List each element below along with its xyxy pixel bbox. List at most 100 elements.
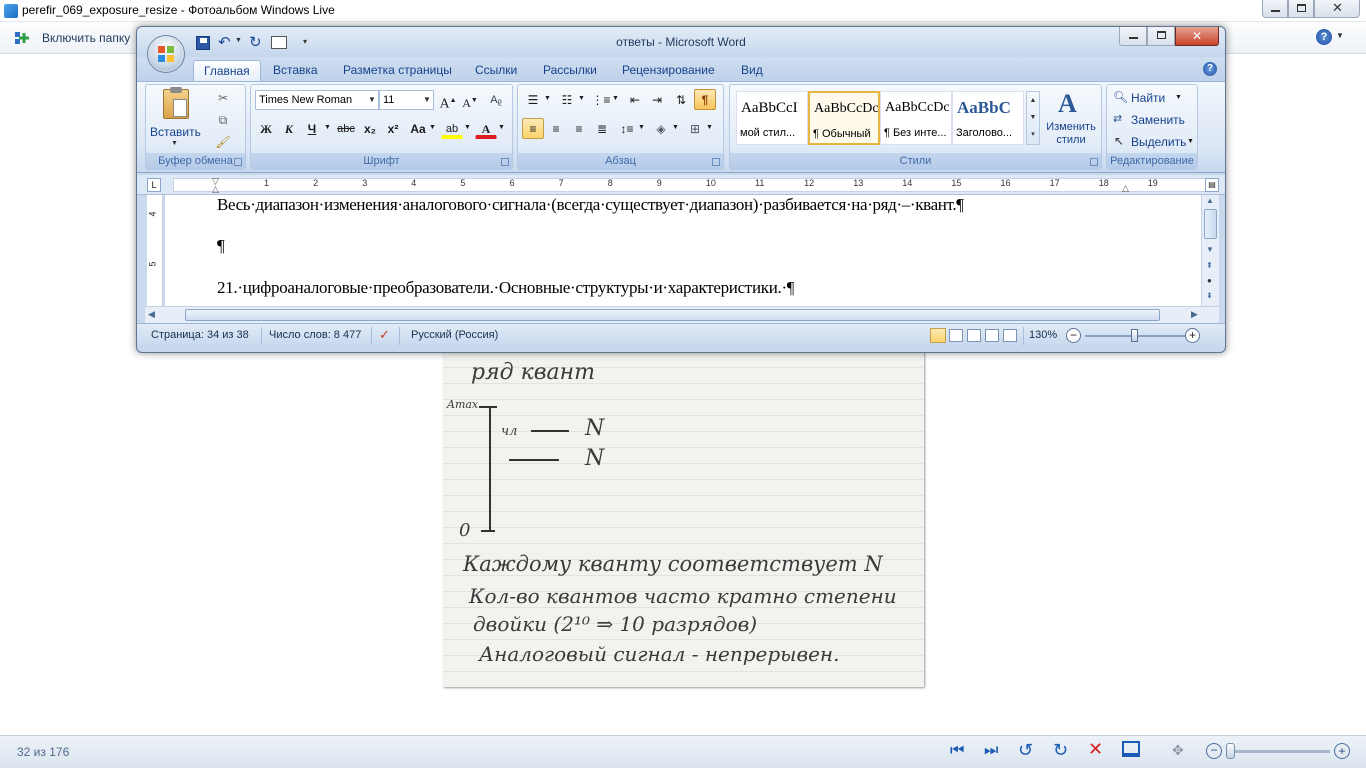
clipboard-dialog-launcher[interactable] xyxy=(234,158,242,166)
right-indent-marker[interactable]: △ xyxy=(1122,183,1129,194)
clear-formatting-icon[interactable]: Aᵨ xyxy=(485,89,507,110)
view-ruler-icon[interactable]: ▤ xyxy=(1205,178,1219,192)
bullets-icon[interactable]: ☰ xyxy=(522,89,544,110)
subscript-button[interactable]: x₂ xyxy=(359,118,381,139)
bold-button[interactable]: Ж xyxy=(255,118,277,139)
rotate-right-icon[interactable]: ↻ xyxy=(1053,740,1068,761)
scroll-left-icon[interactable]: ◀ xyxy=(148,309,155,320)
document-area[interactable]: Весь·диапазон·изменения·аналогового·сигн… xyxy=(165,195,1201,306)
scroll-down-icon[interactable]: ▼ xyxy=(1206,245,1214,254)
horizontal-ruler[interactable]: L ▽ △ △ ▤ 1 2 3 4 5 6 7 8 9 10 11 12 13 14 15 16 17 18 19 xyxy=(137,175,1225,195)
multilevel-list-icon[interactable]: ⋮≡ xyxy=(590,89,612,110)
full-screen-reading-view-button[interactable] xyxy=(949,329,963,342)
rotate-left-icon[interactable]: ↺ xyxy=(1018,740,1033,761)
change-case-dropdown-icon[interactable]: ▼ xyxy=(429,124,436,131)
font-dialog-launcher[interactable] xyxy=(501,158,509,166)
tab-mailings[interactable]: Рассылки xyxy=(533,60,607,81)
tab-view[interactable]: Вид xyxy=(731,60,773,81)
sort-icon[interactable]: ⇅ xyxy=(670,89,692,110)
borders-dropdown-icon[interactable]: ▼ xyxy=(706,124,713,131)
font-color-dropdown-icon[interactable]: ▼ xyxy=(498,124,505,131)
bullets-dropdown-icon[interactable]: ▼ xyxy=(544,95,551,102)
numbering-dropdown-icon[interactable]: ▼ xyxy=(578,95,585,102)
fit-icon[interactable]: ✥ xyxy=(1172,742,1184,759)
next-photo-icon[interactable]: ⏭ xyxy=(984,742,998,760)
slideshow-icon[interactable] xyxy=(1122,741,1140,757)
replace-button[interactable]: ⇄ Заменить xyxy=(1111,111,1195,131)
font-size-select[interactable]: 11 ▼ xyxy=(379,90,434,110)
underline-dropdown-icon[interactable]: ▼ xyxy=(324,124,331,131)
gallery-maximize-button[interactable] xyxy=(1288,0,1314,18)
tab-selector-icon[interactable]: L xyxy=(147,178,161,192)
multilevel-dropdown-icon[interactable]: ▼ xyxy=(612,95,619,102)
tab-home[interactable]: Главная xyxy=(193,60,261,81)
select-browse-object-icon[interactable]: ● xyxy=(1207,276,1212,285)
scroll-right-icon[interactable]: ▶ xyxy=(1191,309,1198,320)
paste-button[interactable]: Вставить ▼ xyxy=(150,87,201,149)
select-button[interactable]: ↖ Выделить ▼ xyxy=(1111,133,1195,153)
ribbon-help-icon[interactable]: ? xyxy=(1203,62,1217,76)
tab-review[interactable]: Рецензирование xyxy=(612,60,725,81)
zoom-out-icon[interactable]: − xyxy=(1206,743,1222,759)
copy-icon[interactable]: ⧉ xyxy=(212,109,234,130)
strikethrough-button[interactable]: abc xyxy=(335,118,357,139)
justify-button[interactable]: ≣ xyxy=(591,118,613,139)
font-color-icon[interactable]: A xyxy=(475,118,497,139)
superscript-button[interactable]: x² xyxy=(382,118,404,139)
styles-dialog-launcher[interactable] xyxy=(1090,158,1098,166)
delete-icon[interactable]: ✕ xyxy=(1088,739,1103,760)
align-left-button[interactable]: ≡ xyxy=(522,118,544,139)
show-formatting-marks-button[interactable]: ¶ xyxy=(694,89,716,110)
hscroll-thumb[interactable] xyxy=(185,309,1160,321)
style-no-spacing[interactable]: AaBbCcDc ¶ Без инте... xyxy=(880,91,952,145)
italic-button[interactable]: К xyxy=(278,118,300,139)
numbering-icon[interactable]: ☷ xyxy=(556,89,578,110)
next-page-icon[interactable]: ⇟ xyxy=(1206,291,1213,300)
word-zoom-out-icon[interactable]: − xyxy=(1066,328,1081,343)
office-button[interactable] xyxy=(147,35,185,73)
font-name-select[interactable]: Times New Roman ▼ xyxy=(255,90,379,110)
cut-icon[interactable]: ✂ xyxy=(212,87,234,108)
format-painter-icon[interactable]: 🖌 xyxy=(212,131,234,152)
word-zoom-slider-thumb[interactable] xyxy=(1131,329,1138,342)
increase-indent-icon[interactable]: ⇥ xyxy=(646,89,668,110)
shrink-font-icon[interactable]: A▼ xyxy=(459,89,481,110)
change-case-button[interactable]: Aa xyxy=(407,118,429,139)
page-indicator[interactable]: Страница: 34 из 38 xyxy=(151,329,249,341)
document-paragraph-1[interactable]: Весь·диапазон·изменения·аналогового·сигн… xyxy=(217,195,964,215)
styles-scroll[interactable]: ▲ ▼ ▾ xyxy=(1026,91,1040,145)
help-dropdown-icon[interactable]: ▼ xyxy=(1336,31,1344,40)
shading-dropdown-icon[interactable]: ▼ xyxy=(672,124,679,131)
word-zoom-in-icon[interactable]: + xyxy=(1185,328,1200,343)
previous-page-icon[interactable]: ⇞ xyxy=(1206,261,1213,270)
scroll-thumb[interactable] xyxy=(1204,209,1217,239)
style-normal[interactable]: AaBbCcDc ¶ Обычный xyxy=(808,91,880,145)
vertical-scrollbar[interactable]: ▲ ▼ ⇞ ● ⇟ xyxy=(1201,195,1219,306)
tab-references[interactable]: Ссылки xyxy=(465,60,527,81)
include-folder-button[interactable]: Включить папку xyxy=(10,28,140,48)
zoom-slider-thumb[interactable] xyxy=(1226,743,1235,759)
paragraph-dialog-launcher[interactable] xyxy=(712,158,720,166)
decrease-indent-icon[interactable]: ⇤ xyxy=(624,89,646,110)
scroll-up-icon[interactable]: ▲ xyxy=(1206,196,1214,205)
highlight-icon[interactable]: ab xyxy=(441,118,463,139)
document-paragraph-3[interactable]: 21.·цифроаналоговые·преобразователи.·Осн… xyxy=(217,278,795,298)
help-icon[interactable]: ? xyxy=(1316,29,1332,45)
shading-icon[interactable]: ◈ xyxy=(650,118,672,139)
word-maximize-button[interactable] xyxy=(1147,27,1175,46)
borders-icon[interactable]: ⊞ xyxy=(684,118,706,139)
underline-button[interactable]: Ч xyxy=(301,118,323,139)
print-layout-view-button[interactable] xyxy=(930,328,946,343)
style-my-style[interactable]: AaBbCcI мой стил... xyxy=(736,91,808,145)
tab-insert[interactable]: Вставка xyxy=(263,60,328,81)
style-heading-1[interactable]: AaBbC Заголово... xyxy=(952,91,1024,145)
grow-font-icon[interactable]: A▲ xyxy=(437,89,459,112)
zoom-in-icon[interactable]: + xyxy=(1334,743,1350,759)
vertical-ruler[interactable]: 4 5 xyxy=(147,195,163,306)
language-indicator[interactable]: Русский (Россия) xyxy=(411,329,498,341)
align-center-button[interactable]: ≡ xyxy=(545,118,567,139)
web-layout-view-button[interactable] xyxy=(967,329,981,342)
word-minimize-button[interactable] xyxy=(1119,27,1147,46)
left-indent-marker[interactable]: △ xyxy=(212,184,219,195)
word-close-button[interactable]: ✕ xyxy=(1175,27,1219,46)
